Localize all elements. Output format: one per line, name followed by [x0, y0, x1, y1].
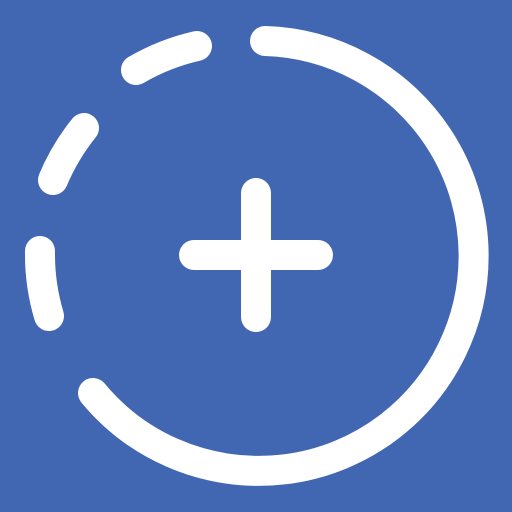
add-story-icon-tile[interactable] — [0, 0, 512, 512]
ring-dash-left — [24, 236, 64, 331]
add-story-icon — [0, 0, 512, 512]
